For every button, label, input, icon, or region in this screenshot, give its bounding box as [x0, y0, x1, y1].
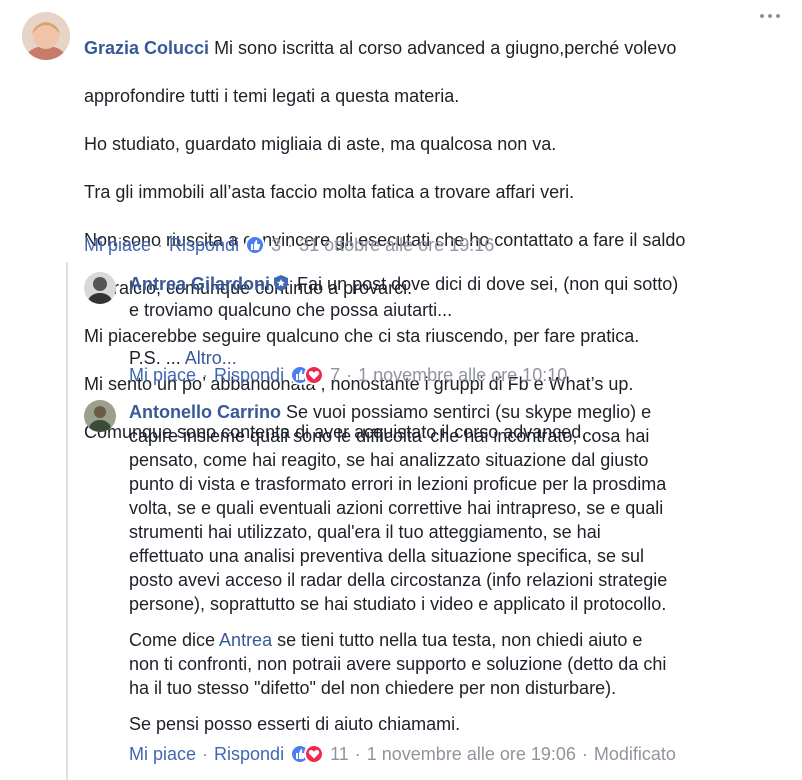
author-name[interactable]: Antonello Carrino: [129, 402, 281, 422]
comment-line: volta, se e quali eventuali azioni corre…: [129, 498, 664, 518]
comment-line: Se pensi posso esserti di aiuto chiamami…: [129, 714, 461, 734]
separator: ·: [354, 744, 361, 764]
separator: ·: [287, 235, 294, 255]
comment-actions: Mi piace · Rispondi 11 · 1 novembre alle…: [129, 742, 676, 766]
like-button[interactable]: Mi piace: [129, 363, 196, 387]
comment-line: punto di vista e trasformato errori in l…: [129, 474, 667, 494]
like-button[interactable]: Mi piace: [129, 742, 196, 766]
reactions[interactable]: 11: [290, 742, 349, 766]
comment-line: Tra gli immobili all’asta faccio molta f…: [84, 182, 575, 202]
reaction-count: 3: [271, 235, 282, 255]
comment-actions: Mi piace · Rispondi 7 · 1 novembre alle …: [129, 363, 567, 387]
like-button[interactable]: Mi piace: [84, 233, 151, 257]
separator: ·: [157, 235, 164, 255]
avatar-image: [84, 272, 116, 304]
timestamp[interactable]: 1 novembre alle ore 10:10: [358, 363, 567, 387]
separator: ·: [202, 365, 209, 385]
comment-line: effettuato una analisi preventiva della …: [129, 546, 644, 566]
comment-line: posto avevi acceso il radar della circos…: [129, 570, 668, 590]
avatar-image: [22, 12, 70, 60]
separator: ·: [346, 365, 353, 385]
comment-body: Antonello Carrino Se vuoi possiamo senti…: [129, 400, 789, 736]
reply-antrea: Antrea Gilardoni Fai un post dove dici d…: [0, 262, 802, 392]
comment-body: Antrea Gilardoni Fai un post dove dici d…: [129, 272, 789, 370]
comment-line: Se vuoi possiamo sentirci (su skype megl…: [286, 402, 652, 422]
timestamp[interactable]: 1 novembre alle ore 19:06: [367, 742, 576, 766]
love-reaction-icon: [304, 744, 325, 764]
comment-line: Mi sono iscritta al corso advanced a giu…: [214, 38, 677, 58]
avatar-antonello[interactable]: [84, 400, 116, 432]
separator: ·: [202, 744, 209, 764]
comment-text: se tieni tutto nella tua testa, non chie…: [272, 630, 643, 650]
reactions[interactable]: 7: [290, 363, 340, 387]
love-reaction-icon: [304, 365, 325, 385]
author-name[interactable]: Antrea Gilardoni: [129, 274, 270, 294]
comment-line: pensato, come hai reagito, se hai analiz…: [129, 450, 649, 470]
avatar-grazia[interactable]: [22, 12, 70, 60]
reaction-count: 7: [330, 365, 341, 385]
comment-actions: Mi piace · Rispondi 3 · 31 ottobre alle …: [84, 233, 494, 257]
admin-badge-icon: [272, 274, 290, 298]
comment-line: Fai un post dove dici di dove sei, (non …: [297, 274, 679, 294]
comment-line: Ho studiato, guardato migliaia di aste, …: [84, 134, 557, 154]
reply-antonello: Antonello Carrino Se vuoi possiamo senti…: [0, 392, 802, 780]
like-reaction-icon: [245, 235, 266, 255]
reply-button[interactable]: Rispondi: [214, 742, 284, 766]
avatar-antrea[interactable]: [84, 272, 116, 304]
comment-line: persone), soprattutto se hai studiato i …: [129, 594, 667, 614]
comment-grazia: Grazia Colucci Mi sono iscritta al corso…: [0, 0, 802, 442]
reaction-count: 11: [330, 744, 349, 764]
reply-button[interactable]: Rispondi: [169, 233, 239, 257]
reactions[interactable]: 3: [245, 233, 281, 257]
comment-line: capire insieme quali sono le difficolta'…: [129, 426, 650, 446]
author-name[interactable]: Grazia Colucci: [84, 38, 209, 58]
mention-antrea[interactable]: Antrea: [219, 630, 272, 650]
edited-label[interactable]: Modificato: [594, 742, 676, 766]
avatar-image: [84, 400, 116, 432]
timestamp[interactable]: 31 ottobre alle ore 19:16: [299, 233, 494, 257]
comment-line: approfondire tutti i temi legati a quest…: [84, 86, 460, 106]
reply-button[interactable]: Rispondi: [214, 363, 284, 387]
comment-line: non ti confronti, non potraii avere supp…: [129, 654, 667, 674]
comment-text: Come dice: [129, 630, 220, 650]
comment-line: ha il tuo stesso "difetto" del non chied…: [129, 678, 617, 698]
comment-line: strumenti hai utilizzato, qual'era il tu…: [129, 522, 601, 542]
comment-line: e troviamo qualcuno che possa aiutarti..…: [129, 300, 453, 320]
separator: ·: [581, 744, 588, 764]
